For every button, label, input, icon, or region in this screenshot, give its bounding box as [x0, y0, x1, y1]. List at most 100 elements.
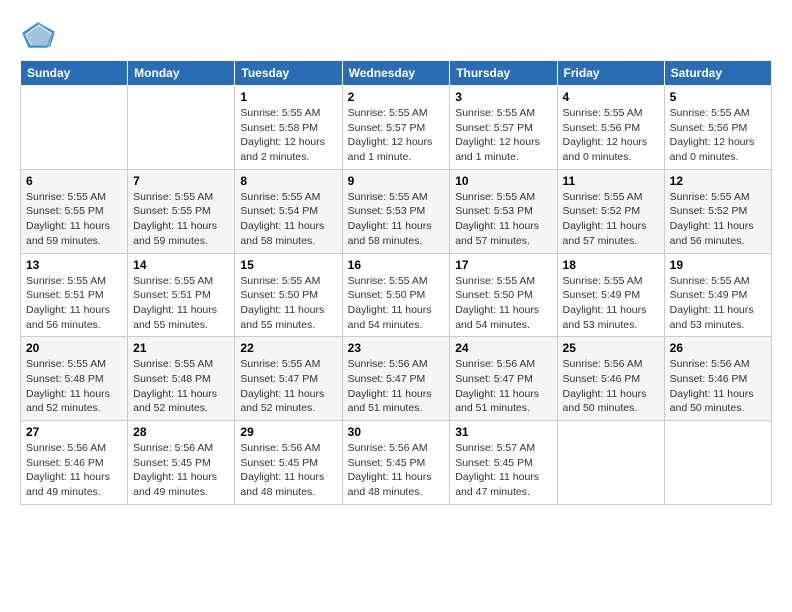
calendar-cell: 31Sunrise: 5:57 AM Sunset: 5:45 PM Dayli… [450, 421, 557, 505]
calendar-cell: 1 Sunrise: 5:55 AM Sunset: 5:58 PM Daylig… [235, 86, 342, 170]
day-info: Sunrise: 5:56 AM Sunset: 5:46 PM Dayligh… [563, 357, 659, 416]
weekday-header-saturday: Saturday [664, 61, 771, 86]
day-info: Sunrise: 5:55 AM Sunset: 5:51 PM Dayligh… [133, 274, 229, 333]
day-info: Sunrise: 5:55 AM Sunset: 5:48 PM Dayligh… [133, 357, 229, 416]
weekday-header-friday: Friday [557, 61, 664, 86]
calendar-cell: 3 Sunrise: 5:55 AM Sunset: 5:57 PM Daylig… [450, 86, 557, 170]
day-info: Sunrise: 5:55 AM Sunset: 5:52 PM Dayligh… [670, 190, 766, 249]
day-number: 28 [133, 425, 229, 439]
day-number: 9 [348, 174, 445, 188]
calendar-header-row: SundayMondayTuesdayWednesdayThursdayFrid… [21, 61, 772, 86]
calendar-cell: 25 Sunrise: 5:56 AM Sunset: 5:46 PM Dayli… [557, 337, 664, 421]
day-info: Sunrise: 5:55 AM Sunset: 5:53 PM Dayligh… [455, 190, 551, 249]
weekday-header-sunday: Sunday [21, 61, 128, 86]
weekday-header-thursday: Thursday [450, 61, 557, 86]
calendar-cell: 18 Sunrise: 5:55 AM Sunset: 5:49 PM Dayli… [557, 253, 664, 337]
calendar-week-row: 6 Sunrise: 5:55 AM Sunset: 5:55 PM Daylig… [21, 169, 772, 253]
calendar-table: SundayMondayTuesdayWednesdayThursdayFrid… [20, 60, 772, 505]
calendar-cell: 16 Sunrise: 5:55 AM Sunset: 5:50 PM Dayli… [342, 253, 450, 337]
day-number: 12 [670, 174, 766, 188]
day-number: 11 [563, 174, 659, 188]
logo [20, 20, 62, 50]
calendar-cell: 21 Sunrise: 5:55 AM Sunset: 5:48 PM Dayli… [128, 337, 235, 421]
day-info: Sunrise: 5:55 AM Sunset: 5:48 PM Dayligh… [26, 357, 122, 416]
day-number: 29 [240, 425, 336, 439]
calendar-cell [664, 421, 771, 505]
calendar-cell [557, 421, 664, 505]
day-info: Sunrise: 5:56 AM Sunset: 5:46 PM Dayligh… [26, 441, 122, 500]
day-info: Sunrise: 5:55 AM Sunset: 5:50 PM Dayligh… [348, 274, 445, 333]
day-number: 10 [455, 174, 551, 188]
day-number: 5 [670, 90, 766, 104]
logo-icon [20, 20, 56, 50]
day-info: Sunrise: 5:56 AM Sunset: 5:47 PM Dayligh… [348, 357, 445, 416]
day-info: Sunrise: 5:55 AM Sunset: 5:49 PM Dayligh… [670, 274, 766, 333]
day-number: 19 [670, 258, 766, 272]
day-number: 1 [240, 90, 336, 104]
calendar-cell: 26 Sunrise: 5:56 AM Sunset: 5:46 PM Dayli… [664, 337, 771, 421]
day-info: Sunrise: 5:55 AM Sunset: 5:56 PM Dayligh… [670, 106, 766, 165]
day-info: Sunrise: 5:56 AM Sunset: 5:46 PM Dayligh… [670, 357, 766, 416]
calendar-cell: 20 Sunrise: 5:55 AM Sunset: 5:48 PM Dayli… [21, 337, 128, 421]
day-number: 3 [455, 90, 551, 104]
day-number: 30 [348, 425, 445, 439]
day-info: Sunrise: 5:57 AM Sunset: 5:45 PM Dayligh… [455, 441, 551, 500]
day-info: Sunrise: 5:56 AM Sunset: 5:47 PM Dayligh… [455, 357, 551, 416]
day-number: 22 [240, 341, 336, 355]
calendar-cell: 30 Sunrise: 5:56 AM Sunset: 5:45 PM Dayli… [342, 421, 450, 505]
calendar-cell: 19 Sunrise: 5:55 AM Sunset: 5:49 PM Dayli… [664, 253, 771, 337]
day-info: Sunrise: 5:55 AM Sunset: 5:50 PM Dayligh… [240, 274, 336, 333]
weekday-header-tuesday: Tuesday [235, 61, 342, 86]
day-info: Sunrise: 5:55 AM Sunset: 5:51 PM Dayligh… [26, 274, 122, 333]
day-info: Sunrise: 5:55 AM Sunset: 5:52 PM Dayligh… [563, 190, 659, 249]
calendar-cell: 6 Sunrise: 5:55 AM Sunset: 5:55 PM Daylig… [21, 169, 128, 253]
calendar-cell [21, 86, 128, 170]
calendar-cell: 11 Sunrise: 5:55 AM Sunset: 5:52 PM Dayli… [557, 169, 664, 253]
day-number: 15 [240, 258, 336, 272]
calendar-cell: 23 Sunrise: 5:56 AM Sunset: 5:47 PM Dayli… [342, 337, 450, 421]
calendar-week-row: 13 Sunrise: 5:55 AM Sunset: 5:51 PM Dayli… [21, 253, 772, 337]
calendar-cell: 8 Sunrise: 5:55 AM Sunset: 5:54 PM Daylig… [235, 169, 342, 253]
day-number: 13 [26, 258, 122, 272]
day-info: Sunrise: 5:55 AM Sunset: 5:50 PM Dayligh… [455, 274, 551, 333]
calendar-cell: 9 Sunrise: 5:55 AM Sunset: 5:53 PM Daylig… [342, 169, 450, 253]
day-number: 17 [455, 258, 551, 272]
day-info: Sunrise: 5:55 AM Sunset: 5:55 PM Dayligh… [26, 190, 122, 249]
day-number: 21 [133, 341, 229, 355]
weekday-header-wednesday: Wednesday [342, 61, 450, 86]
calendar-week-row: 27 Sunrise: 5:56 AM Sunset: 5:46 PM Dayli… [21, 421, 772, 505]
calendar-cell: 7 Sunrise: 5:55 AM Sunset: 5:55 PM Daylig… [128, 169, 235, 253]
calendar-cell: 15 Sunrise: 5:55 AM Sunset: 5:50 PM Dayli… [235, 253, 342, 337]
calendar-week-row: 20 Sunrise: 5:55 AM Sunset: 5:48 PM Dayli… [21, 337, 772, 421]
day-info: Sunrise: 5:56 AM Sunset: 5:45 PM Dayligh… [348, 441, 445, 500]
calendar-cell: 10 Sunrise: 5:55 AM Sunset: 5:53 PM Dayli… [450, 169, 557, 253]
day-info: Sunrise: 5:55 AM Sunset: 5:53 PM Dayligh… [348, 190, 445, 249]
day-info: Sunrise: 5:55 AM Sunset: 5:56 PM Dayligh… [563, 106, 659, 165]
day-info: Sunrise: 5:56 AM Sunset: 5:45 PM Dayligh… [240, 441, 336, 500]
day-number: 27 [26, 425, 122, 439]
day-number: 16 [348, 258, 445, 272]
day-number: 20 [26, 341, 122, 355]
day-info: Sunrise: 5:55 AM Sunset: 5:49 PM Dayligh… [563, 274, 659, 333]
calendar-cell: 13 Sunrise: 5:55 AM Sunset: 5:51 PM Dayli… [21, 253, 128, 337]
day-info: Sunrise: 5:55 AM Sunset: 5:58 PM Dayligh… [240, 106, 336, 165]
day-number: 26 [670, 341, 766, 355]
calendar-cell: 24 Sunrise: 5:56 AM Sunset: 5:47 PM Dayli… [450, 337, 557, 421]
day-number: 7 [133, 174, 229, 188]
day-info: Sunrise: 5:55 AM Sunset: 5:55 PM Dayligh… [133, 190, 229, 249]
day-number: 23 [348, 341, 445, 355]
calendar-cell: 2Sunrise: 5:55 AM Sunset: 5:57 PM Daylig… [342, 86, 450, 170]
day-number: 24 [455, 341, 551, 355]
calendar-cell: 14Sunrise: 5:55 AM Sunset: 5:51 PM Dayli… [128, 253, 235, 337]
day-number: 4 [563, 90, 659, 104]
day-info: Sunrise: 5:55 AM Sunset: 5:47 PM Dayligh… [240, 357, 336, 416]
day-number: 25 [563, 341, 659, 355]
day-number: 18 [563, 258, 659, 272]
day-info: Sunrise: 5:55 AM Sunset: 5:54 PM Dayligh… [240, 190, 336, 249]
calendar-cell: 5 Sunrise: 5:55 AM Sunset: 5:56 PM Daylig… [664, 86, 771, 170]
day-info: Sunrise: 5:55 AM Sunset: 5:57 PM Dayligh… [455, 106, 551, 165]
calendar-cell: 4 Sunrise: 5:55 AM Sunset: 5:56 PM Daylig… [557, 86, 664, 170]
day-info: Sunrise: 5:55 AM Sunset: 5:57 PM Dayligh… [348, 106, 445, 165]
day-number: 8 [240, 174, 336, 188]
day-number: 6 [26, 174, 122, 188]
